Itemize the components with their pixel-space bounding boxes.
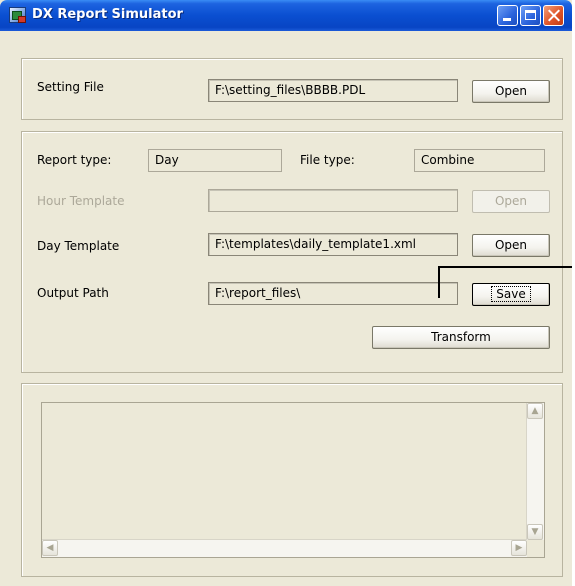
app-spreadsheet-icon — [9, 7, 26, 23]
window-title: DX Report Simulator — [32, 7, 183, 22]
hour-template-label: Hour Template — [37, 194, 125, 208]
file-type-label: File type: — [300, 153, 355, 167]
scroll-right-arrow-icon[interactable]: ▶ — [511, 540, 527, 556]
setting-file-open-label: Open — [494, 84, 528, 98]
horizontal-scrollbar[interactable]: ◀ ▶ — [42, 539, 527, 557]
scroll-left-arrow-icon[interactable]: ◀ — [42, 540, 58, 556]
maximize-button[interactable] — [520, 5, 541, 26]
setting-file-open-button[interactable]: Open — [472, 80, 550, 103]
file-type-value: Combine — [414, 149, 545, 172]
report-type-label: Report type: — [37, 153, 112, 167]
day-template-path-field[interactable]: F:\templates\daily_template1.xml — [208, 233, 458, 256]
setting-file-path-field[interactable]: F:\setting_files\BBBB.PDL — [208, 79, 458, 102]
transform-label: Transform — [431, 330, 491, 344]
hour-template-open-label: Open — [494, 194, 528, 208]
scroll-down-arrow-icon[interactable]: ▼ — [527, 524, 543, 540]
annotation-pointer-line — [438, 266, 572, 298]
title-bar[interactable]: DX Report Simulator — [0, 0, 572, 31]
day-template-open-button[interactable]: Open — [472, 234, 550, 257]
setting-file-label: Setting File — [37, 80, 104, 94]
minimize-button[interactable] — [497, 5, 518, 26]
day-template-open-label: Open — [494, 238, 528, 252]
log-text-area[interactable]: ▲ ▼ ◀ ▶ — [41, 402, 545, 558]
vertical-scrollbar[interactable]: ▲ ▼ — [526, 403, 544, 540]
hour-template-path-field[interactable] — [208, 189, 458, 212]
transform-button[interactable]: Transform — [372, 326, 550, 349]
output-path-label: Output Path — [37, 286, 109, 300]
hour-template-open-button[interactable]: Open — [472, 190, 550, 213]
day-template-label: Day Template — [37, 239, 120, 253]
output-path-field[interactable]: F:\report_files\ — [208, 282, 458, 305]
scroll-up-arrow-icon[interactable]: ▲ — [527, 403, 543, 419]
close-button[interactable] — [543, 5, 564, 26]
app-window: DX Report Simulator Setting File F:\sett… — [0, 0, 572, 586]
scrollbar-corner — [527, 540, 544, 557]
report-type-value: Day — [148, 149, 282, 172]
